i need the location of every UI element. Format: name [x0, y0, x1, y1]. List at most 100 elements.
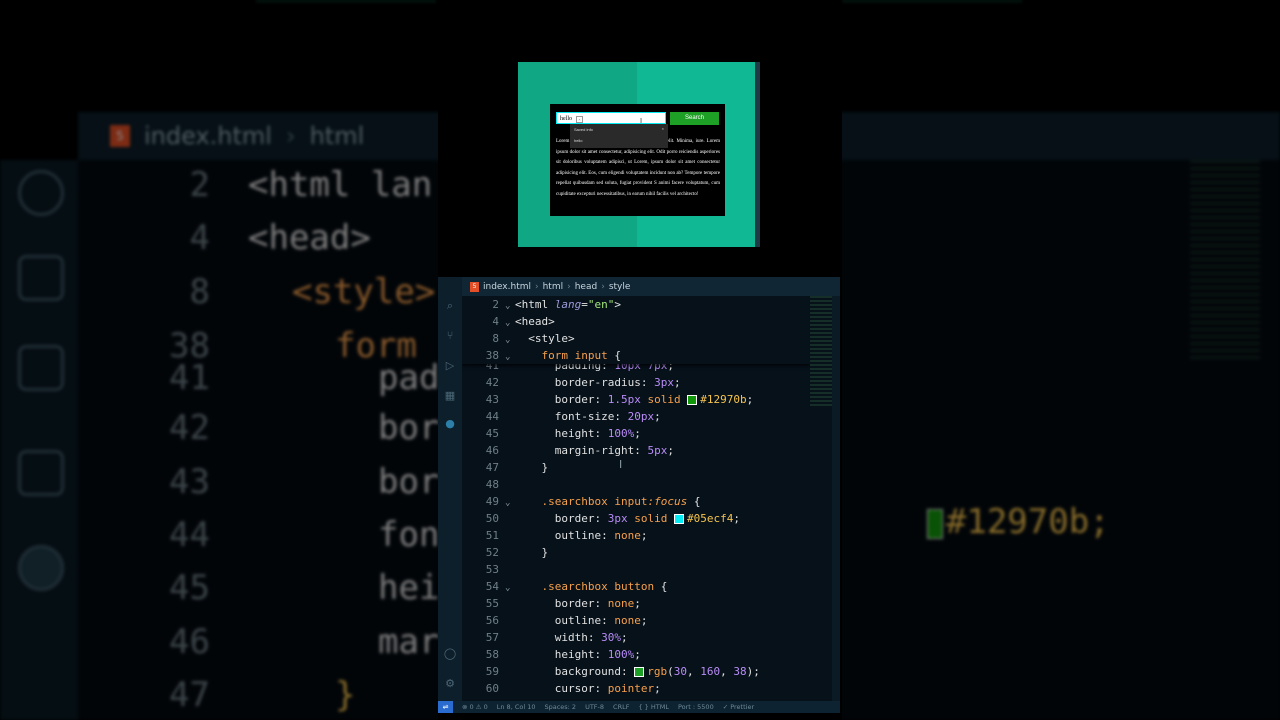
code-token: solid	[634, 512, 674, 525]
code-token: "en"	[587, 298, 615, 311]
code-token: 5px	[647, 444, 668, 457]
code-token: ;	[654, 682, 661, 695]
code-line[interactable]: 38 ⌄ form input {	[462, 347, 782, 364]
fold-chevron-icon[interactable]: ⌄	[505, 349, 515, 366]
code-area[interactable]: 41 padding: 10px 7px; 42 border-radius: 3…	[462, 296, 810, 701]
status-item[interactable]: ⊗ 0 ⚠ 0	[462, 703, 488, 711]
code-token: pointer	[607, 682, 655, 695]
code-token: 3px	[607, 512, 635, 525]
breadcrumb-html[interactable]: html	[543, 282, 564, 292]
code-line[interactable]: 42 border-radius: 3px;	[462, 374, 782, 391]
code-line[interactable]: 4 ⌄ <head>	[462, 313, 782, 330]
code-line[interactable]: 57 width: 30%;	[462, 629, 782, 646]
search-button[interactable]: Search	[670, 112, 719, 125]
extensions-icon[interactable]: ▦	[443, 389, 457, 403]
bg-activity-bar	[0, 160, 78, 720]
line-number: 45	[485, 427, 499, 440]
line-number: 53	[485, 563, 499, 576]
bg-line-text: <html lan	[248, 165, 433, 205]
line-number: 56	[485, 614, 499, 627]
code-line[interactable]: 51 outline: none;	[462, 527, 782, 544]
code-line[interactable]: 50 border: 3px solid #05ecf4;	[462, 510, 782, 527]
code-token: <html	[515, 298, 555, 311]
breadcrumb-style[interactable]: style	[609, 282, 631, 292]
code-line[interactable]: 52 }	[462, 544, 782, 561]
code-line[interactable]: 59 background: rgb(30, 160, 38);	[462, 663, 782, 680]
code-token: .searchbox button	[541, 580, 661, 593]
remote-icon[interactable]: ⇌	[438, 701, 453, 713]
chevron-right-icon: ›	[285, 122, 296, 150]
status-item[interactable]: Port : 5500	[678, 703, 714, 711]
sticky-scroll-header: 2 ⌄ <html lang="en"> 4 ⌄ <head> 8 ⌄ <style> 38 ⌄ …	[462, 296, 810, 364]
code-line[interactable]: 44 font-size: 20px;	[462, 408, 782, 425]
code-line[interactable]: 54 ⌄ .searchbox button {	[462, 578, 782, 595]
bg-line-text: mar	[378, 622, 440, 662]
code-token: 30%	[601, 631, 621, 644]
code-line[interactable]: 48	[462, 476, 782, 493]
code-token: none	[614, 529, 641, 542]
gear-icon[interactable]: ⚙	[443, 677, 457, 691]
breadcrumb-head[interactable]: head	[575, 282, 597, 292]
source-control-icon[interactable]: ⑂	[443, 329, 457, 343]
line-number: 54	[485, 580, 499, 593]
code-line[interactable]: 60 cursor: pointer;	[462, 680, 782, 697]
python-icon[interactable]: ●	[443, 417, 457, 431]
line-number: 60	[485, 682, 499, 695]
status-item[interactable]: Spaces: 2	[544, 703, 576, 711]
code-line[interactable]: 46 margin-right: 5px;	[462, 442, 782, 459]
code-token: rgb	[647, 665, 668, 678]
source-control-icon	[18, 255, 64, 301]
autocomplete-item[interactable]: hello	[574, 138, 582, 143]
bg-hex-text: #12970b;	[945, 502, 1110, 542]
code-line[interactable]: 58 height: 100%;	[462, 646, 782, 663]
autocomplete-popup[interactable]: Saved info × hello	[570, 124, 668, 148]
bg-line-text: hei	[378, 568, 440, 608]
code-token: outline:	[554, 529, 615, 542]
search-input[interactable]: hello ×	[556, 112, 666, 124]
code-token: ;	[673, 376, 681, 389]
status-item[interactable]: ✓ Prettier	[723, 703, 754, 711]
status-item[interactable]: { } HTML	[638, 703, 669, 711]
code-token: =	[581, 298, 588, 311]
run-debug-icon[interactable]: ▷	[443, 359, 457, 373]
close-icon[interactable]: ×	[662, 126, 664, 131]
code-line[interactable]: 55 border: none;	[462, 595, 782, 612]
code-line[interactable]: 2 ⌄ <html lang="en">	[462, 296, 782, 313]
code-token: cursor:	[554, 682, 608, 695]
status-item[interactable]: CRLF	[613, 703, 629, 711]
code-line[interactable]: 53	[462, 561, 782, 578]
code-token: (	[667, 665, 674, 678]
vertical-scrollbar[interactable]	[832, 296, 840, 701]
line-number: 55	[485, 597, 499, 610]
search-icon[interactable]: ⌕	[443, 299, 457, 313]
bg-tab-label: index.html	[144, 122, 272, 150]
code-line[interactable]: 45 height: 100%;	[462, 425, 782, 442]
html5-icon: 5	[470, 281, 479, 292]
account-icon[interactable]: ◯	[443, 647, 457, 661]
search-icon	[18, 170, 64, 216]
clear-icon[interactable]: ×	[576, 116, 583, 123]
code-token: ,	[720, 665, 734, 678]
code-token: height:	[554, 427, 608, 440]
code-line[interactable]: 43 border: 1.5px solid #12970b;	[462, 391, 782, 408]
code-token: }	[541, 546, 549, 559]
status-item[interactable]: UTF-8	[585, 703, 604, 711]
breadcrumb-file[interactable]: index.html	[483, 282, 531, 292]
code-token: ;	[640, 529, 648, 542]
code-token: none	[614, 614, 641, 627]
bg-line-text: <head>	[248, 218, 371, 258]
chevron-right-icon: ›	[534, 281, 539, 292]
code-line[interactable]: 56 outline: none;	[462, 612, 782, 629]
code-token: :focus	[647, 495, 694, 508]
status-item[interactable]: Ln 8, Col 10	[497, 703, 536, 711]
code-line[interactable]: 49 ⌄ .searchbox input:focus {	[462, 493, 782, 510]
code-token: border:	[554, 393, 608, 406]
bg-line-number: 43	[169, 462, 210, 502]
code-line[interactable]: 8 ⌄ <style>	[462, 330, 782, 347]
code-token: #05ecf4	[686, 512, 734, 525]
preview-right-edge	[755, 62, 760, 247]
